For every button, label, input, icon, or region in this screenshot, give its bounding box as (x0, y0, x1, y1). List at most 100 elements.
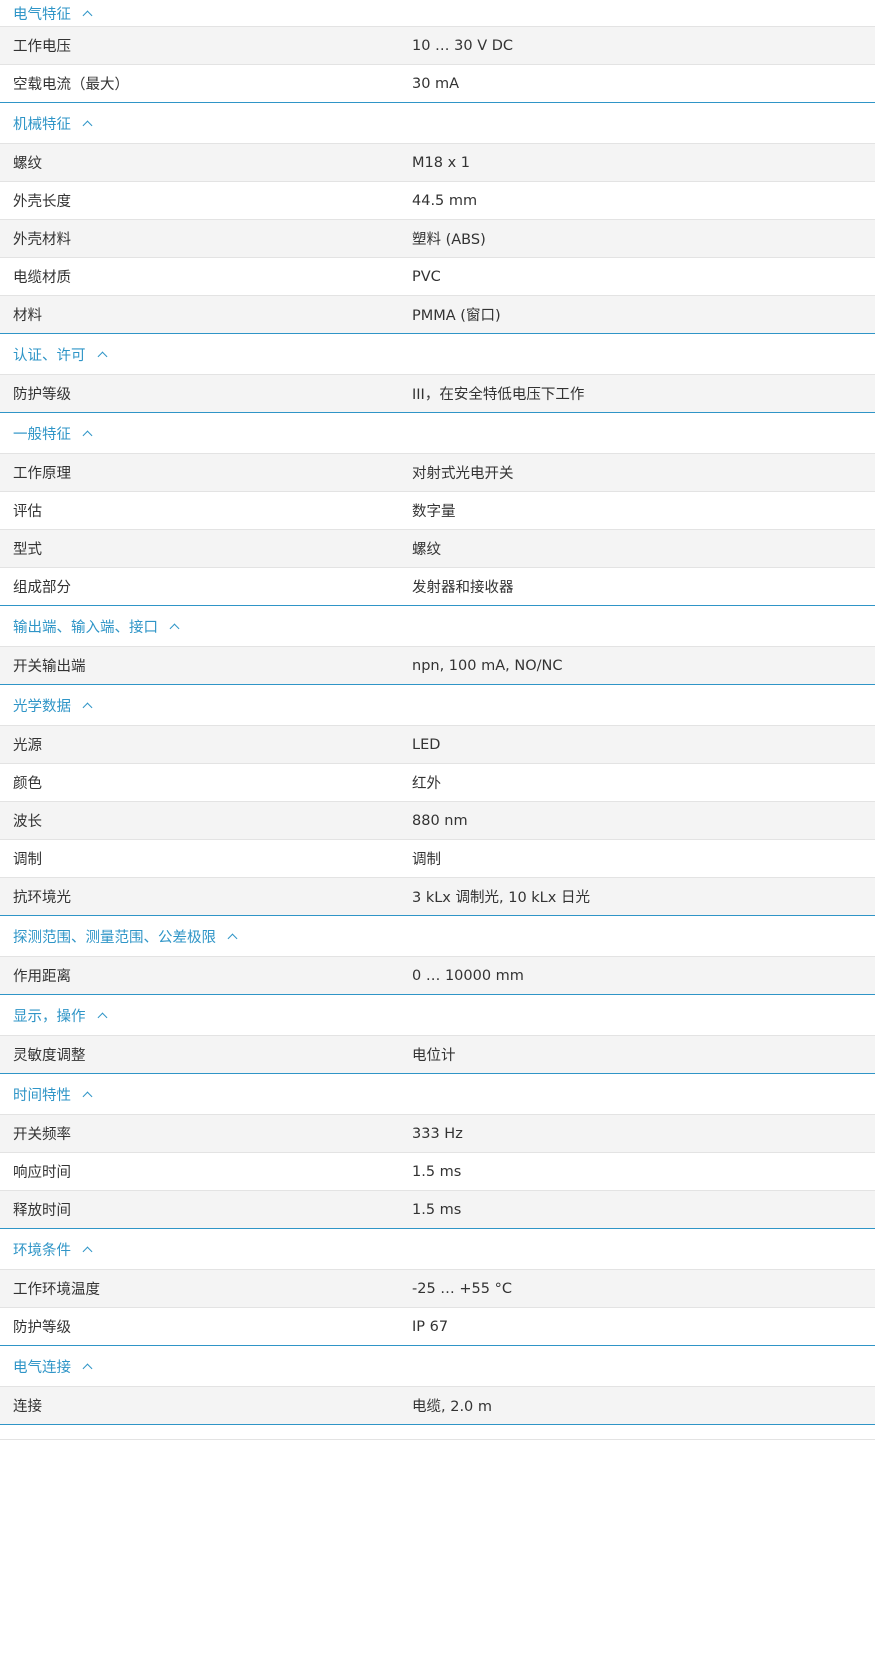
spec-value: 44.5 mm (412, 192, 478, 209)
spec-row: 螺纹 M18 x 1 (0, 144, 875, 182)
spec-row: 连接 电缆, 2.0 m (0, 1387, 875, 1425)
spec-section: 一般特征 工作原理 对射式光电开关评估 数字量型式 螺纹组成部分 发射器和接收器 (0, 413, 875, 606)
chevron-up-icon[interactable] (97, 1012, 107, 1023)
spec-row: 外壳材料 塑料 (ABS) (0, 220, 875, 258)
section-rows: 工作电压 10 … 30 V DC 空载电流（最大） 30 mA (0, 27, 875, 103)
section-header-toggle[interactable]: 光学数据 (0, 685, 875, 726)
spec-label: 工作电压 (13, 39, 71, 55)
chevron-up-icon[interactable] (82, 1363, 93, 1374)
chevron-up-icon[interactable] (82, 120, 93, 131)
spec-section: 探测范围、测量范围、公差极限作用距离 0 … 10000 mm (0, 916, 875, 995)
section-header-toggle[interactable]: 显示，操作 (0, 995, 875, 1036)
chevron-up-icon[interactable] (97, 351, 107, 362)
spec-value: 发射器和接收器 (412, 580, 514, 596)
section-title: 环境条件 (13, 1242, 71, 1259)
spec-label: 波长 (13, 814, 42, 830)
spec-label: 评估 (13, 504, 42, 520)
spec-row: 电缆材质 PVC (0, 258, 875, 296)
section-header-toggle[interactable]: 环境条件 (0, 1229, 875, 1270)
spec-row: 型式 螺纹 (0, 530, 875, 568)
spec-row: 组成部分 发射器和接收器 (0, 568, 875, 606)
spec-row: 防护等级 III，在安全特低电压下工作 (0, 375, 875, 413)
spec-row: 光源 LED (0, 726, 875, 764)
chevron-up-icon[interactable] (82, 430, 93, 441)
spec-label: 防护等级 (13, 1320, 71, 1336)
spec-row: 工作环境温度 -25 … +55 °C (0, 1270, 875, 1308)
section-rows: 工作原理 对射式光电开关评估 数字量型式 螺纹组成部分 发射器和接收器 (0, 454, 875, 606)
spec-value: 0 … 10000 mm (412, 967, 524, 984)
spec-label: 开关频率 (13, 1127, 71, 1143)
spec-value: 10 … 30 V DC (412, 37, 514, 54)
section-title: 探测范围、测量范围、公差极限 (13, 929, 216, 946)
chevron-up-icon[interactable] (82, 1246, 93, 1257)
spec-row: 调制 调制 (0, 840, 875, 878)
section-title: 电气连接 (13, 1359, 71, 1376)
spec-label: 响应时间 (13, 1165, 71, 1181)
spec-value: 1.5 ms (412, 1163, 462, 1180)
section-title: 认证、许可 (13, 347, 86, 364)
section-title: 显示，操作 (13, 1008, 86, 1025)
spec-row: 作用距离 0 … 10000 mm (0, 957, 875, 995)
spec-row: 材料 PMMA (窗口) (0, 296, 875, 334)
spec-label: 调制 (13, 852, 42, 868)
spec-label: 材料 (13, 308, 42, 324)
section-header-toggle[interactable]: 认证、许可 (0, 334, 875, 375)
section-header-toggle[interactable]: 电气特征 (0, 0, 875, 27)
section-rows: 灵敏度调整 电位计 (0, 1036, 875, 1074)
section-title: 光学数据 (13, 698, 71, 715)
section-rows: 螺纹 M18 x 1 外壳长度 44.5 mm 外壳材料 塑料 (ABS) 电缆材质 PVC 材… (0, 144, 875, 334)
spec-row: 工作原理 对射式光电开关 (0, 454, 875, 492)
section-header-toggle[interactable]: 探测范围、测量范围、公差极限 (0, 916, 875, 957)
spec-value: III，在安全特低电压下工作 (412, 387, 585, 403)
spec-row: 颜色 红外 (0, 764, 875, 802)
section-title: 时间特性 (13, 1087, 71, 1104)
chevron-up-icon[interactable] (227, 933, 238, 944)
spec-value: 数字量 (412, 504, 456, 520)
spec-value: 调制 (412, 852, 441, 868)
spec-value: LED (412, 736, 441, 753)
spec-label: 螺纹 (13, 156, 42, 172)
spec-label: 开关输出端 (13, 659, 86, 675)
spec-row: 释放时间 1.5 ms (0, 1191, 875, 1229)
section-rows: 开关频率 333 Hz 响应时间 1.5 ms 释放时间 1.5 ms (0, 1115, 875, 1229)
chevron-up-icon[interactable] (82, 702, 93, 713)
section-rows: 开关输出端 npn, 100 mA, NO/NC (0, 647, 875, 685)
spec-label: 空载电流（最大） (13, 77, 129, 93)
spec-row: 外壳长度 44.5 mm (0, 182, 875, 220)
spec-label: 组成部分 (13, 580, 71, 596)
spec-section: 时间特性 开关频率 333 Hz 响应时间 1.5 ms 释放时间 1.5 ms (0, 1074, 875, 1229)
spec-value: PMMA (窗口) (412, 308, 501, 324)
section-header-toggle[interactable]: 机械特征 (0, 103, 875, 144)
spec-label: 光源 (13, 738, 42, 754)
spec-value: 对射式光电开关 (412, 466, 514, 482)
section-header-toggle[interactable]: 时间特性 (0, 1074, 875, 1115)
spec-section: 电气特征 工作电压 10 … 30 V DC 空载电流（最大） 30 mA (0, 0, 875, 103)
spec-value: 1.5 ms (412, 1201, 462, 1218)
spec-value: -25 … +55 °C (412, 1280, 512, 1297)
spec-label: 外壳长度 (13, 194, 71, 210)
spec-label: 防护等级 (13, 387, 71, 403)
spec-value: M18 x 1 (412, 154, 470, 171)
footer-divider (0, 1425, 875, 1440)
spec-label: 颜色 (13, 776, 42, 792)
spec-section: 电气连接连接 电缆, 2.0 m (0, 1346, 875, 1425)
section-header-toggle[interactable]: 一般特征 (0, 413, 875, 454)
section-header-toggle[interactable]: 电气连接 (0, 1346, 875, 1387)
spec-row: 评估 数字量 (0, 492, 875, 530)
spec-row: 工作电压 10 … 30 V DC (0, 27, 875, 65)
section-header-toggle[interactable]: 输出端、输入端、接口 (0, 606, 875, 647)
spec-row: 开关输出端 npn, 100 mA, NO/NC (0, 647, 875, 685)
spec-label: 灵敏度调整 (13, 1048, 86, 1064)
spec-row: 抗环境光 3 kLx 调制光, 10 kLx 日光 (0, 878, 875, 916)
spec-row: 开关频率 333 Hz (0, 1115, 875, 1153)
section-title: 机械特征 (13, 116, 71, 133)
spec-value: 塑料 (ABS) (412, 232, 486, 248)
chevron-up-icon[interactable] (82, 1091, 93, 1102)
chevron-up-icon[interactable] (82, 10, 93, 21)
spec-section: 机械特征螺纹 M18 x 1 外壳长度 44.5 mm 外壳材料 塑料 (ABS) 电缆材质… (0, 103, 875, 334)
spec-label: 工作环境温度 (13, 1282, 100, 1298)
spec-row: 防护等级 IP 67 (0, 1308, 875, 1346)
chevron-up-icon[interactable] (169, 623, 180, 634)
spec-value: 电位计 (412, 1048, 456, 1064)
spec-label: 型式 (13, 542, 42, 558)
